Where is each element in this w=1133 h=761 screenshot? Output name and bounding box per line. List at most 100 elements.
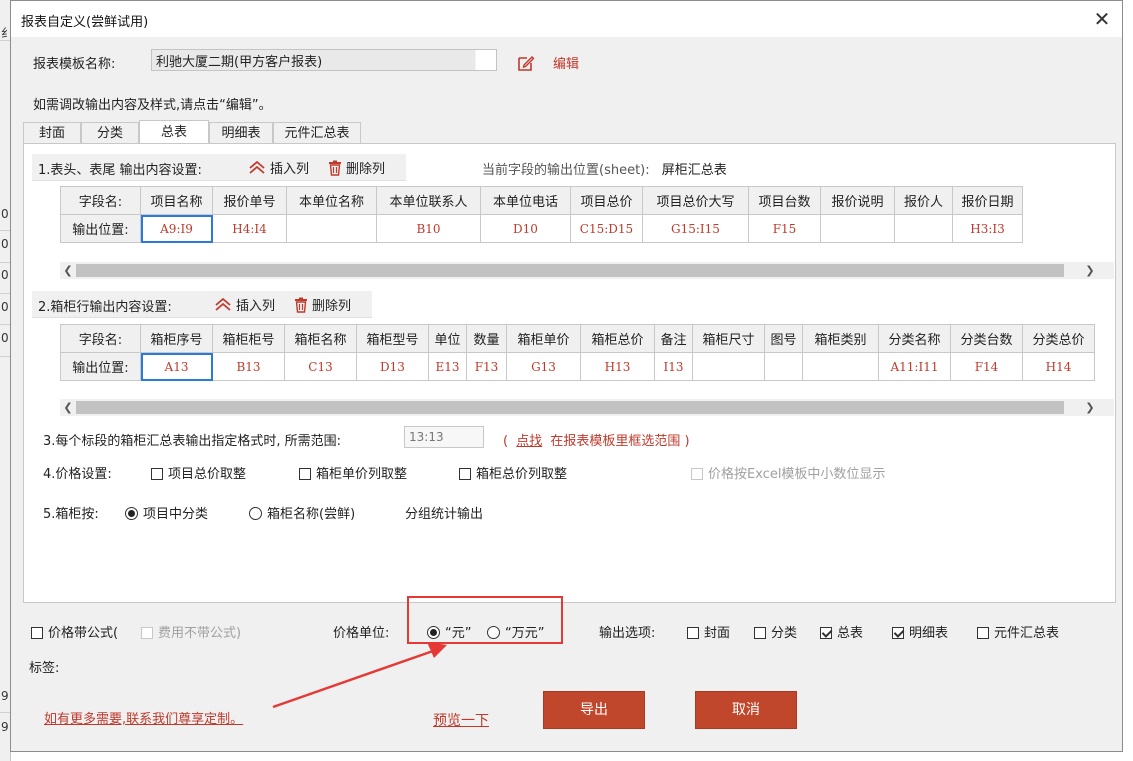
output-position-cell[interactable]: C15:D15 xyxy=(570,214,643,243)
round-project-total-checkbox[interactable]: 项目总价取整 xyxy=(151,463,246,482)
preview-link[interactable]: 预览一下 xyxy=(433,710,489,730)
output-position-cell[interactable] xyxy=(764,352,803,381)
column-header[interactable]: 本单位联系人 xyxy=(376,186,481,215)
column-header[interactable]: 项目名称 xyxy=(140,186,213,215)
section1-horizontal-scrollbar[interactable]: ❮ ❯ xyxy=(60,262,1114,279)
output-position-cell[interactable]: A9:I9 xyxy=(140,214,213,243)
excel-decimal-checkbox[interactable]: 价格按Excel模板中小数位显示 xyxy=(691,463,885,482)
unit-yuan-radio[interactable]: “元” xyxy=(427,622,471,641)
column-header[interactable]: 分类总价 xyxy=(1022,324,1095,353)
output-position-cell[interactable]: G13 xyxy=(506,352,581,381)
cancel-button[interactable]: 取消 xyxy=(695,691,797,729)
column-header[interactable]: 箱柜类别 xyxy=(802,324,879,353)
edit-icon[interactable] xyxy=(517,54,535,72)
column-header[interactable]: 分类名称 xyxy=(878,324,951,353)
section2-delete-column-button[interactable]: 删除列 xyxy=(294,295,351,314)
column-header[interactable]: 项目总价大写 xyxy=(642,186,749,215)
contact-custom-link[interactable]: 如有更多需要,联系我们尊享定制。 xyxy=(44,708,243,727)
scroll-right-icon[interactable]: ❯ xyxy=(1082,262,1098,279)
column-header[interactable]: 项目台数 xyxy=(748,186,821,215)
output-position-row-label: 输出位置: xyxy=(60,214,141,243)
checkbox-label: 箱柜单价列取整 xyxy=(316,467,408,482)
output-position-cell[interactable]: D13 xyxy=(356,352,429,381)
output-position-cell[interactable]: F14 xyxy=(950,352,1023,381)
close-icon[interactable]: ✕ xyxy=(1090,7,1114,31)
output-position-cell[interactable]: F15 xyxy=(748,214,821,243)
output-position-cell[interactable]: E13 xyxy=(428,352,467,381)
column-header[interactable]: 箱柜尺寸 xyxy=(692,324,765,353)
column-header[interactable]: 项目总价 xyxy=(570,186,643,215)
output-position-cell[interactable] xyxy=(894,214,953,243)
round-total-price-checkbox[interactable]: 箱柜总价列取整 xyxy=(459,463,567,482)
output-position-cell[interactable]: G15:I15 xyxy=(642,214,749,243)
range-input[interactable]: 13:13 xyxy=(404,426,484,448)
output-position-cell[interactable]: A13 xyxy=(140,352,213,381)
section2-horizontal-scrollbar[interactable]: ❮ ❯ xyxy=(60,399,1114,416)
output-position-cell[interactable] xyxy=(286,214,377,243)
output-position-cell[interactable]: D10 xyxy=(480,214,571,243)
column-header[interactable]: 备注 xyxy=(654,324,693,353)
output-position-cell[interactable]: C13 xyxy=(284,352,357,381)
output-cover-checkbox[interactable]: 封面 xyxy=(687,622,730,641)
output-position-cell[interactable]: B10 xyxy=(376,214,481,243)
output-component-summary-checkbox[interactable]: 元件汇总表 xyxy=(977,622,1059,641)
tab-cover[interactable]: 封面 xyxy=(23,122,81,143)
scrollbar-thumb[interactable] xyxy=(76,264,1064,277)
unit-wanyuan-radio[interactable]: “万元” xyxy=(487,622,544,641)
column-header[interactable]: 本单位电话 xyxy=(480,186,571,215)
column-header[interactable]: 本单位名称 xyxy=(286,186,377,215)
column-header[interactable]: 箱柜单价 xyxy=(506,324,581,353)
edit-link[interactable]: 编辑 xyxy=(553,53,579,72)
column-header[interactable]: 图号 xyxy=(764,324,803,353)
scrollbar-thumb[interactable] xyxy=(76,401,1064,414)
output-position-cell[interactable] xyxy=(802,352,879,381)
column-header[interactable]: 箱柜序号 xyxy=(140,324,213,353)
section1-insert-column-button[interactable]: 插入列 xyxy=(248,158,309,177)
output-position-cell[interactable]: H4:I4 xyxy=(212,214,287,243)
background-glyph: 0 xyxy=(1,300,9,314)
group-by-cabinet-name-radio[interactable]: 箱柜名称(尝鲜) xyxy=(249,503,355,522)
output-position-cell[interactable] xyxy=(692,352,765,381)
tab-summary[interactable]: 总表 xyxy=(139,120,209,144)
column-header[interactable]: 箱柜柜号 xyxy=(212,324,285,353)
section2-toolbar: 2.箱柜行输出内容设置: 插入列 删除列 xyxy=(32,291,372,318)
scroll-right-icon[interactable]: ❯ xyxy=(1082,399,1098,416)
template-name-field[interactable]: 利驰大厦二期(甲方客户报表) xyxy=(151,49,497,71)
column-header[interactable]: 数量 xyxy=(466,324,507,353)
output-position-cell[interactable]: A11:I11 xyxy=(878,352,951,381)
output-category-checkbox[interactable]: 分类 xyxy=(754,622,797,641)
output-position-cell[interactable] xyxy=(820,214,895,243)
column-header[interactable]: 报价单号 xyxy=(212,186,287,215)
fee-no-formula-checkbox[interactable]: 费用不带公式) xyxy=(141,622,241,641)
column-header[interactable]: 报价人 xyxy=(894,186,953,215)
round-unit-price-checkbox[interactable]: 箱柜单价列取整 xyxy=(299,463,407,482)
tab-component-summary[interactable]: 元件汇总表 xyxy=(273,122,361,143)
scroll-left-icon[interactable]: ❮ xyxy=(60,399,76,416)
output-position-cell[interactable]: H14 xyxy=(1022,352,1095,381)
group-by-category-radio[interactable]: 项目中分类 xyxy=(125,503,208,522)
column-header[interactable]: 箱柜型号 xyxy=(356,324,429,353)
scroll-left-icon[interactable]: ❮ xyxy=(60,262,76,279)
insert-column-label: 插入列 xyxy=(236,299,276,314)
tab-detail[interactable]: 明细表 xyxy=(209,122,273,143)
column-header[interactable]: 分类台数 xyxy=(950,324,1023,353)
section1-delete-column-button[interactable]: 删除列 xyxy=(328,158,385,177)
column-header[interactable]: 箱柜名称 xyxy=(284,324,357,353)
output-position-cell[interactable]: H13 xyxy=(580,352,655,381)
column-header[interactable]: 报价日期 xyxy=(952,186,1023,215)
output-position-cell[interactable]: F13 xyxy=(466,352,507,381)
price-formula-checkbox[interactable]: 价格带公式( xyxy=(31,622,118,641)
output-summary-checkbox[interactable]: 总表 xyxy=(820,622,863,641)
output-position-cell[interactable]: B13 xyxy=(212,352,285,381)
output-position-cell[interactable]: I13 xyxy=(654,352,693,381)
column-header[interactable]: 报价说明 xyxy=(820,186,895,215)
output-detail-checkbox[interactable]: 明细表 xyxy=(892,622,948,641)
column-header[interactable]: 箱柜总价 xyxy=(580,324,655,353)
tab-category[interactable]: 分类 xyxy=(81,122,139,143)
output-position-cell[interactable]: H3:I3 xyxy=(952,214,1023,243)
section2-insert-column-button[interactable]: 插入列 xyxy=(214,295,275,314)
background-glyph: 0 xyxy=(1,237,9,251)
export-button[interactable]: 导出 xyxy=(543,691,645,729)
column-header[interactable]: 单位 xyxy=(428,324,467,353)
pick-range-link[interactable]: 点找 xyxy=(516,434,542,449)
